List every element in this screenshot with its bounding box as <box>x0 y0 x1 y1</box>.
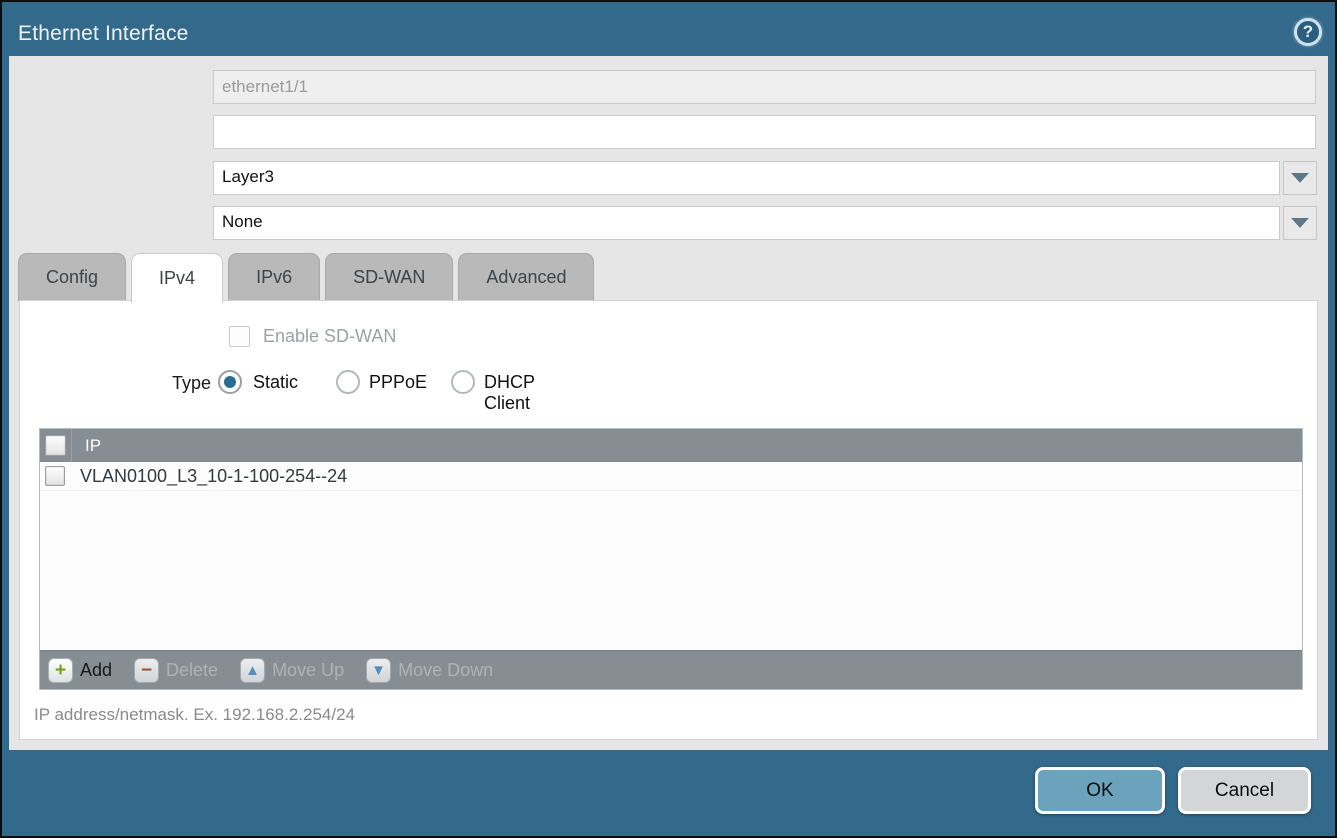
ip-cell: VLAN0100_L3_10-1-100-254--24 <box>80 466 347 487</box>
chevron-down-icon <box>1291 173 1309 183</box>
netflow-profile-select[interactable]: None <box>213 206 1280 240</box>
radio-dhcp-client[interactable] <box>451 370 475 394</box>
help-icon[interactable]: ? <box>1294 18 1322 46</box>
column-separator <box>71 429 72 462</box>
enable-sdwan-row: Enable SD-WAN <box>229 326 396 347</box>
move-down-button[interactable]: ▼ Move Down <box>366 658 493 683</box>
table-row[interactable]: VLAN0100_L3_10-1-100-254--24 <box>40 462 1302 491</box>
ipv4-panel: Enable SD-WAN Type Static PPPoE DHCP Cli… <box>19 300 1318 740</box>
table-toolbar: + Add − Delete ▲ Move Up ▼ Move Down <box>40 650 1302 689</box>
enable-sdwan-label: Enable SD-WAN <box>263 326 396 347</box>
enable-sdwan-checkbox[interactable] <box>229 326 250 347</box>
tab-sdwan[interactable]: SD-WAN <box>325 253 453 301</box>
dialog-content: Interface Name Comment Interface Type La… <box>9 56 1328 750</box>
radio-pppoe-label: PPPoE <box>369 372 427 393</box>
tab-ipv6[interactable]: IPv6 <box>228 253 320 301</box>
tab-bar: Config IPv4 IPv6 SD-WAN Advanced <box>18 253 599 301</box>
ip-table-body: VLAN0100_L3_10-1-100-254--24 <box>40 462 1302 650</box>
radio-dhcp-client-label: DHCP Client <box>484 372 535 414</box>
ethernet-interface-dialog: Ethernet Interface ? Interface Name Comm… <box>0 0 1337 838</box>
select-all-checkbox[interactable] <box>45 435 66 456</box>
dialog-title: Ethernet Interface <box>18 22 189 46</box>
ip-format-hint: IP address/netmask. Ex. 192.168.2.254/24 <box>34 705 355 725</box>
chevron-down-icon <box>1291 218 1309 228</box>
arrow-down-icon: ▼ <box>366 658 391 683</box>
ip-table: IP VLAN0100_L3_10-1-100-254--24 + Add − <box>39 428 1303 690</box>
move-down-button-label: Move Down <box>398 660 493 681</box>
cancel-button[interactable]: Cancel <box>1178 767 1311 814</box>
arrow-up-icon: ▲ <box>240 658 265 683</box>
delete-button-label: Delete <box>166 660 218 681</box>
row-checkbox[interactable] <box>45 466 65 486</box>
ok-button[interactable]: OK <box>1035 767 1165 814</box>
radio-static[interactable] <box>218 370 242 394</box>
move-up-button-label: Move Up <box>272 660 344 681</box>
interface-type-select[interactable]: Layer3 <box>213 161 1280 195</box>
tab-ipv4[interactable]: IPv4 <box>131 253 223 303</box>
radio-static-label: Static <box>253 372 298 393</box>
interface-type-dropdown-button[interactable] <box>1283 161 1317 195</box>
minus-icon: − <box>134 658 159 683</box>
move-up-button[interactable]: ▲ Move Up <box>240 658 344 683</box>
ip-table-header: IP <box>40 429 1302 462</box>
help-glyph: ? <box>1303 22 1313 42</box>
tab-advanced[interactable]: Advanced <box>458 253 594 301</box>
add-button-label: Add <box>80 660 112 681</box>
add-button[interactable]: + Add <box>48 658 112 683</box>
interface-name-field <box>213 70 1316 104</box>
delete-button[interactable]: − Delete <box>134 658 218 683</box>
ip-column-header: IP <box>85 436 101 456</box>
radio-pppoe[interactable] <box>336 370 360 394</box>
type-label: Type <box>20 373 211 394</box>
tab-config[interactable]: Config <box>18 253 126 301</box>
plus-icon: + <box>48 658 73 683</box>
title-bar: Ethernet Interface ? <box>2 2 1335 56</box>
netflow-profile-dropdown-button[interactable] <box>1283 206 1317 240</box>
comment-field[interactable] <box>213 115 1316 149</box>
